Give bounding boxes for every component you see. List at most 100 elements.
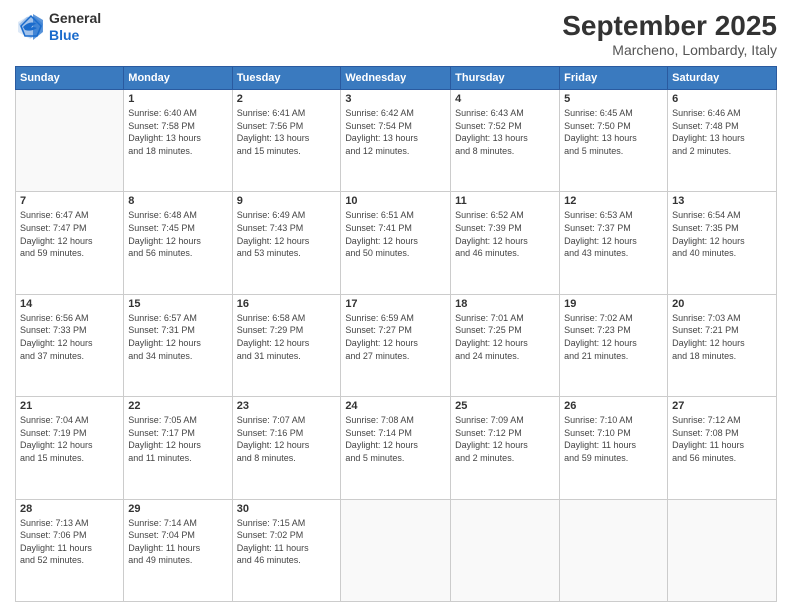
day-info: Sunrise: 6:41 AM Sunset: 7:56 PM Dayligh… xyxy=(237,107,337,157)
day-number: 12 xyxy=(564,195,663,207)
day-info: Sunrise: 6:40 AM Sunset: 7:58 PM Dayligh… xyxy=(128,107,227,157)
day-info: Sunrise: 7:04 AM Sunset: 7:19 PM Dayligh… xyxy=(20,414,119,464)
day-number: 29 xyxy=(128,503,227,515)
calendar-cell: 7 Sunrise: 6:47 AM Sunset: 7:47 PM Daylig… xyxy=(16,192,124,294)
day-number: 9 xyxy=(237,195,337,207)
calendar-cell: 2 Sunrise: 6:41 AM Sunset: 7:56 PM Daylig… xyxy=(232,90,341,192)
calendar-cell: 6Sunrise: 6:46 AM Sunset: 7:48 PM Daylig… xyxy=(668,90,777,192)
day-info: Sunrise: 6:57 AM Sunset: 7:31 PM Dayligh… xyxy=(128,312,227,362)
calendar-cell: 17 Sunrise: 6:59 AM Sunset: 7:27 PM Dayli… xyxy=(341,294,451,396)
calendar-cell: 5 Sunrise: 6:45 AM Sunset: 7:50 PM Daylig… xyxy=(560,90,668,192)
day-number: 7 xyxy=(20,195,119,207)
day-info: Sunrise: 6:45 AM Sunset: 7:50 PM Dayligh… xyxy=(564,107,663,157)
calendar-cell: 11 Sunrise: 6:52 AM Sunset: 7:39 PM Dayli… xyxy=(451,192,560,294)
day-number: 3 xyxy=(345,93,446,105)
month-title: September 2025 xyxy=(562,10,777,42)
calendar-cell: 22 Sunrise: 7:05 AM Sunset: 7:17 PM Dayli… xyxy=(124,397,232,499)
weekday-header-tuesday: Tuesday xyxy=(232,67,341,90)
day-number: 30 xyxy=(237,503,337,515)
calendar-cell xyxy=(341,499,451,601)
day-info: Sunrise: 7:02 AM Sunset: 7:23 PM Dayligh… xyxy=(564,312,663,362)
logo: General Blue xyxy=(15,10,101,44)
day-info: Sunrise: 7:07 AM Sunset: 7:16 PM Dayligh… xyxy=(237,414,337,464)
day-number: 20 xyxy=(672,298,772,310)
calendar-cell: 3 Sunrise: 6:42 AM Sunset: 7:54 PM Daylig… xyxy=(341,90,451,192)
day-info: Sunrise: 6:53 AM Sunset: 7:37 PM Dayligh… xyxy=(564,209,663,259)
calendar-cell: 25 Sunrise: 7:09 AM Sunset: 7:12 PM Dayli… xyxy=(451,397,560,499)
day-info: Sunrise: 7:08 AM Sunset: 7:14 PM Dayligh… xyxy=(345,414,446,464)
day-number: 17 xyxy=(345,298,446,310)
day-info: Sunrise: 6:54 AM Sunset: 7:35 PM Dayligh… xyxy=(672,209,772,259)
day-number: 5 xyxy=(564,93,663,105)
day-number: 16 xyxy=(237,298,337,310)
location-title: Marcheno, Lombardy, Italy xyxy=(562,42,777,58)
weekday-header-row: SundayMondayTuesdayWednesdayThursdayFrid… xyxy=(16,67,777,90)
day-info: Sunrise: 6:51 AM Sunset: 7:41 PM Dayligh… xyxy=(345,209,446,259)
day-info: Sunrise: 6:47 AM Sunset: 7:47 PM Dayligh… xyxy=(20,209,119,259)
logo-text: General Blue xyxy=(49,10,101,44)
header: General Blue September 2025 Marcheno, Lo… xyxy=(15,10,777,58)
week-row-1: 7 Sunrise: 6:47 AM Sunset: 7:47 PM Daylig… xyxy=(16,192,777,294)
day-number: 27 xyxy=(672,400,772,412)
calendar-cell: 19Sunrise: 7:02 AM Sunset: 7:23 PM Dayli… xyxy=(560,294,668,396)
day-info: Sunrise: 6:48 AM Sunset: 7:45 PM Dayligh… xyxy=(128,209,227,259)
day-info: Sunrise: 6:43 AM Sunset: 7:52 PM Dayligh… xyxy=(455,107,555,157)
calendar-cell: 1 Sunrise: 6:40 AM Sunset: 7:58 PM Daylig… xyxy=(124,90,232,192)
day-info: Sunrise: 6:42 AM Sunset: 7:54 PM Dayligh… xyxy=(345,107,446,157)
weekday-header-monday: Monday xyxy=(124,67,232,90)
logo-icon xyxy=(15,12,45,42)
day-number: 2 xyxy=(237,93,337,105)
day-info: Sunrise: 7:15 AM Sunset: 7:02 PM Dayligh… xyxy=(237,517,337,567)
calendar-cell: 12 Sunrise: 6:53 AM Sunset: 7:37 PM Dayli… xyxy=(560,192,668,294)
calendar-cell: 10 Sunrise: 6:51 AM Sunset: 7:41 PM Dayli… xyxy=(341,192,451,294)
page: General Blue September 2025 Marcheno, Lo… xyxy=(0,0,792,612)
calendar-cell: 4 Sunrise: 6:43 AM Sunset: 7:52 PM Daylig… xyxy=(451,90,560,192)
calendar-cell xyxy=(560,499,668,601)
calendar-cell: 18 Sunrise: 7:01 AM Sunset: 7:25 PM Dayli… xyxy=(451,294,560,396)
calendar-cell xyxy=(16,90,124,192)
day-info: Sunrise: 7:13 AM Sunset: 7:06 PM Dayligh… xyxy=(20,517,119,567)
calendar-cell: 30 Sunrise: 7:15 AM Sunset: 7:02 PM Dayli… xyxy=(232,499,341,601)
title-block: September 2025 Marcheno, Lombardy, Italy xyxy=(562,10,777,58)
day-number: 22 xyxy=(128,400,227,412)
day-number: 6 xyxy=(672,93,772,105)
calendar-cell: 24Sunrise: 7:08 AM Sunset: 7:14 PM Dayli… xyxy=(341,397,451,499)
day-info: Sunrise: 7:14 AM Sunset: 7:04 PM Dayligh… xyxy=(128,517,227,567)
day-number: 23 xyxy=(237,400,337,412)
day-number: 1 xyxy=(128,93,227,105)
calendar-cell: 27 Sunrise: 7:12 AM Sunset: 7:08 PM Dayli… xyxy=(668,397,777,499)
calendar-cell: 20 Sunrise: 7:03 AM Sunset: 7:21 PM Dayli… xyxy=(668,294,777,396)
calendar-table: SundayMondayTuesdayWednesdayThursdayFrid… xyxy=(15,66,777,602)
calendar-cell: 8 Sunrise: 6:48 AM Sunset: 7:45 PM Daylig… xyxy=(124,192,232,294)
calendar-cell xyxy=(668,499,777,601)
weekday-header-thursday: Thursday xyxy=(451,67,560,90)
calendar-cell: 14 Sunrise: 6:56 AM Sunset: 7:33 PM Dayli… xyxy=(16,294,124,396)
calendar-cell: 13Sunrise: 6:54 AM Sunset: 7:35 PM Dayli… xyxy=(668,192,777,294)
day-info: Sunrise: 7:09 AM Sunset: 7:12 PM Dayligh… xyxy=(455,414,555,464)
day-info: Sunrise: 6:52 AM Sunset: 7:39 PM Dayligh… xyxy=(455,209,555,259)
day-number: 4 xyxy=(455,93,555,105)
calendar-cell: 9Sunrise: 6:49 AM Sunset: 7:43 PM Daylig… xyxy=(232,192,341,294)
day-info: Sunrise: 6:56 AM Sunset: 7:33 PM Dayligh… xyxy=(20,312,119,362)
week-row-2: 14 Sunrise: 6:56 AM Sunset: 7:33 PM Dayli… xyxy=(16,294,777,396)
calendar-cell: 23 Sunrise: 7:07 AM Sunset: 7:16 PM Dayli… xyxy=(232,397,341,499)
day-number: 11 xyxy=(455,195,555,207)
day-info: Sunrise: 7:05 AM Sunset: 7:17 PM Dayligh… xyxy=(128,414,227,464)
week-row-0: 1 Sunrise: 6:40 AM Sunset: 7:58 PM Daylig… xyxy=(16,90,777,192)
day-number: 26 xyxy=(564,400,663,412)
day-info: Sunrise: 7:03 AM Sunset: 7:21 PM Dayligh… xyxy=(672,312,772,362)
weekday-header-wednesday: Wednesday xyxy=(341,67,451,90)
day-number: 25 xyxy=(455,400,555,412)
day-number: 18 xyxy=(455,298,555,310)
day-info: Sunrise: 6:59 AM Sunset: 7:27 PM Dayligh… xyxy=(345,312,446,362)
day-info: Sunrise: 7:12 AM Sunset: 7:08 PM Dayligh… xyxy=(672,414,772,464)
day-info: Sunrise: 7:01 AM Sunset: 7:25 PM Dayligh… xyxy=(455,312,555,362)
day-number: 8 xyxy=(128,195,227,207)
week-row-4: 28Sunrise: 7:13 AM Sunset: 7:06 PM Dayli… xyxy=(16,499,777,601)
weekday-header-sunday: Sunday xyxy=(16,67,124,90)
day-number: 14 xyxy=(20,298,119,310)
calendar-cell: 16Sunrise: 6:58 AM Sunset: 7:29 PM Dayli… xyxy=(232,294,341,396)
day-number: 10 xyxy=(345,195,446,207)
day-info: Sunrise: 7:10 AM Sunset: 7:10 PM Dayligh… xyxy=(564,414,663,464)
calendar-cell: 15Sunrise: 6:57 AM Sunset: 7:31 PM Dayli… xyxy=(124,294,232,396)
